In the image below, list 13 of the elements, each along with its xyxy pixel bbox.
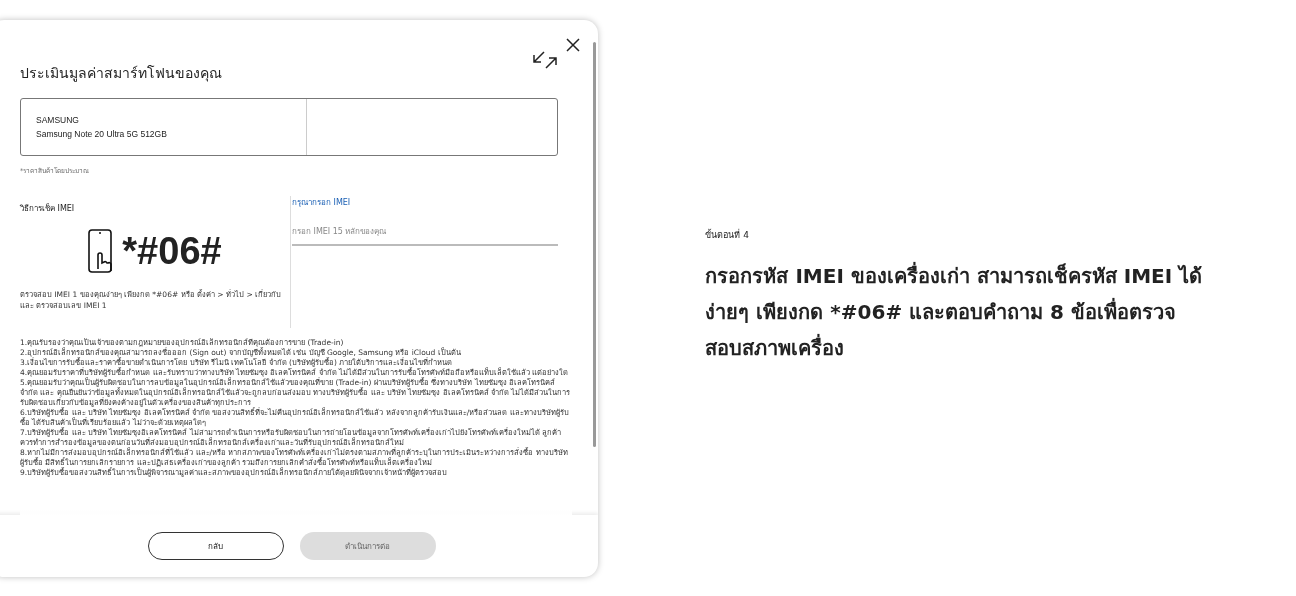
imei-code: *#06# xyxy=(122,229,222,273)
close-icon[interactable] xyxy=(566,38,581,52)
back-button[interactable]: กลับ xyxy=(147,532,284,560)
phone-tap-icon xyxy=(88,229,115,273)
expand-icon[interactable] xyxy=(532,49,559,71)
dialog-title: ประเมินมูลค่าสมาร์ทโฟนของคุณ xyxy=(20,64,222,84)
scrollbar[interactable] xyxy=(593,42,597,447)
section-title: วิธีการเช็ค IMEI xyxy=(20,202,76,215)
device-model: Samsung Note 20 Ultra 5G 512GB xyxy=(36,129,168,139)
step-label: ขั้นตอนที่ 4 xyxy=(705,228,750,242)
step-heading: กรอกรหัส IMEI ของเครื่องเก่า สามารถเช็ครหัส IMEI ได้ง่ายๆ เพียงกด *#06# และตอบคำถาม 8 ข้อเพื่อตรวจสอบสภาพเครื่อง xyxy=(705,261,1204,362)
device-brand: SAMSUNG xyxy=(36,115,80,125)
imei-label: กรุณากรอก IMEI xyxy=(292,197,352,209)
